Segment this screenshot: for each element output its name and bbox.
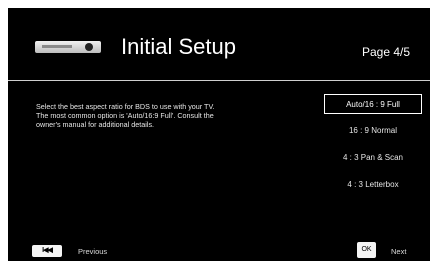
header: Initial Setup Page 4/5 bbox=[8, 8, 430, 81]
ok-key-icon[interactable]: OK bbox=[357, 242, 376, 258]
instructions-text: Select the best aspect ratio for BDS to … bbox=[36, 102, 306, 130]
instruction-line: owner's manual for additional details. bbox=[36, 120, 155, 130]
option-4-3-letterbox[interactable]: 4 : 3 Letterbox bbox=[324, 175, 422, 195]
option-auto-16-9-full[interactable]: Auto/16 : 9 Full bbox=[324, 94, 422, 114]
next-label: Next bbox=[391, 247, 407, 256]
previous-label: Previous bbox=[78, 247, 108, 256]
page-indicator: Page 4/5 bbox=[362, 45, 411, 59]
setup-screen: Initial Setup Page 4/5 Select the best a… bbox=[8, 8, 430, 261]
instruction-line: Select the best aspect ratio for BDS to … bbox=[36, 102, 215, 111]
instruction-line: The most common option is 'Auto/16:9 Ful… bbox=[36, 111, 214, 121]
option-16-9-normal[interactable]: 16 : 9 Normal bbox=[324, 121, 422, 141]
page-title: Initial Setup bbox=[121, 34, 236, 59]
disc-slot bbox=[42, 45, 72, 48]
power-indicator bbox=[85, 43, 93, 51]
footer: I◀◀ Previous OK Next bbox=[8, 240, 430, 261]
option-4-3-pan-scan[interactable]: 4 : 3 Pan & Scan bbox=[324, 148, 422, 168]
disc-player-icon bbox=[35, 41, 101, 53]
aspect-ratio-options: Auto/16 : 9 Full 16 : 9 Normal 4 : 3 Pan… bbox=[324, 94, 422, 202]
previous-key-icon[interactable]: I◀◀ bbox=[32, 245, 62, 257]
